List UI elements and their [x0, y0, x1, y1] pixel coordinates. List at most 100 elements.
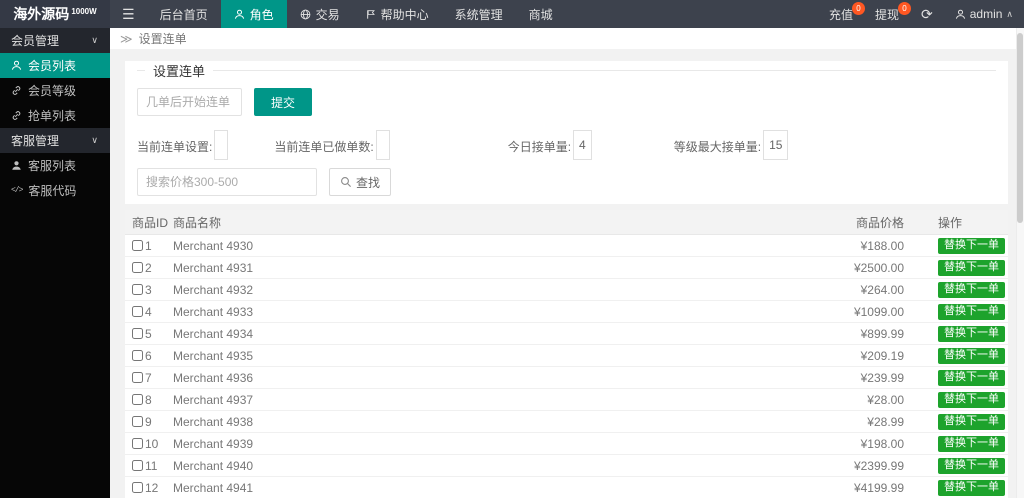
- replace-next-button[interactable]: 替换下一单: [938, 303, 1005, 320]
- row-id-cell: 2: [145, 260, 152, 275]
- sidebar: 会员管理 ∨ 会员列表 会员等级 抢单列表 客服管理 ∨ 客服列表 </> 客服…: [0, 28, 110, 498]
- row-name-cell: Merchant 4940: [173, 458, 254, 473]
- row-price-cell: ¥209.19: [860, 348, 904, 363]
- status-fields-row: 当前连单设置: 当前连单已做单数: 今日接单量: 4 等级最大接单量: 15: [137, 130, 996, 160]
- order-count-input[interactable]: [137, 88, 242, 116]
- row-id-cell: 8: [145, 392, 152, 407]
- logo-badge: 1000W: [71, 6, 97, 16]
- nav-item-trade[interactable]: 交易: [287, 0, 353, 28]
- chevron-up-icon: ∧: [1006, 8, 1013, 19]
- replace-next-button[interactable]: 替换下一单: [938, 347, 1005, 364]
- settings-panel: 设置连单 提交 当前连单设置: 当前连单已做单数: 今日接单量:: [125, 61, 1008, 204]
- field-orders-done: 当前连单已做单数:: [274, 130, 390, 160]
- row-checkbox[interactable]: [132, 350, 143, 361]
- row-id-cell: 9: [145, 414, 152, 429]
- table-row: 9 Merchant 4938 ¥28.99 替换下一单: [125, 411, 1008, 433]
- current-setting-value: [214, 130, 229, 160]
- row-name-cell: Merchant 4932: [173, 282, 254, 297]
- row-id-cell: 7: [145, 370, 152, 385]
- row-id-cell: 10: [145, 436, 159, 451]
- products-table: 商品ID 商品名称 商品价格 操作 1 Merchant 4930 ¥188.00 替…: [125, 210, 1008, 498]
- row-checkbox[interactable]: [132, 416, 143, 427]
- breadcrumb-icon: ≫: [120, 31, 133, 46]
- panel-legend: 设置连单: [153, 64, 206, 79]
- row-name-cell: Merchant 4936: [173, 370, 254, 385]
- table-row: 2 Merchant 4931 ¥2500.00 替换下一单: [125, 257, 1008, 279]
- row-price-cell: ¥1099.00: [853, 304, 904, 319]
- row-checkbox[interactable]: [132, 328, 143, 339]
- nav-item-dashboard[interactable]: 后台首页: [147, 0, 221, 28]
- user-menu[interactable]: admin ∧: [944, 0, 1024, 28]
- replace-next-button[interactable]: 替换下一单: [938, 457, 1005, 474]
- code-icon: </>: [11, 186, 23, 195]
- table-row: 4 Merchant 4933 ¥1099.00 替换下一单: [125, 301, 1008, 323]
- scrollbar-thumb[interactable]: [1017, 33, 1023, 223]
- nav-item-roles[interactable]: 角色: [220, 0, 287, 28]
- replace-next-button[interactable]: 替换下一单: [938, 479, 1005, 496]
- menu-toggle-icon[interactable]: ☰: [110, 0, 147, 28]
- chevron-down-icon: ∨: [91, 35, 98, 45]
- recharge-link[interactable]: 充值 0: [818, 0, 865, 28]
- today-orders-value: 4: [573, 130, 592, 160]
- row-checkbox[interactable]: [132, 438, 143, 449]
- price-search-input[interactable]: [137, 168, 317, 196]
- row-price-cell: ¥239.99: [860, 370, 904, 385]
- table-row: 5 Merchant 4934 ¥899.99 替换下一单: [125, 323, 1008, 345]
- row-checkbox[interactable]: [132, 394, 143, 405]
- table-row: 7 Merchant 4936 ¥239.99 替换下一单: [125, 367, 1008, 389]
- row-name-cell: Merchant 4939: [173, 436, 254, 451]
- nav-item-mall[interactable]: 商城: [516, 0, 566, 28]
- row-id-cell: 4: [145, 304, 152, 319]
- row-price-cell: ¥4199.99: [853, 480, 904, 495]
- row-id-cell: 11: [145, 458, 158, 473]
- sidebar-group-members[interactable]: 会员管理 ∨: [0, 28, 110, 53]
- logo-text: 海外源码: [13, 6, 70, 22]
- nav-item-help-center[interactable]: 帮助中心: [353, 0, 442, 28]
- level-max-value: 15: [763, 130, 789, 160]
- nav-item-system[interactable]: 系统管理: [442, 0, 516, 28]
- sidebar-item-member-list[interactable]: 会员列表: [0, 53, 110, 78]
- replace-next-button[interactable]: 替换下一单: [938, 369, 1005, 386]
- row-checkbox[interactable]: [132, 262, 143, 273]
- replace-next-button[interactable]: 替换下一单: [938, 237, 1005, 254]
- replace-next-button[interactable]: 替换下一单: [938, 413, 1005, 430]
- sidebar-group-service[interactable]: 客服管理 ∨: [0, 128, 110, 153]
- sidebar-item-member-level[interactable]: 会员等级: [0, 78, 110, 103]
- row-checkbox[interactable]: [132, 460, 143, 471]
- row-checkbox[interactable]: [132, 240, 143, 251]
- submit-button[interactable]: 提交: [254, 88, 313, 116]
- row-name-cell: Merchant 4930: [173, 238, 254, 253]
- breadcrumb: ≫ 设置连单: [110, 28, 1024, 49]
- row-price-cell: ¥2500.00: [853, 260, 904, 275]
- topbar: 海外源码 1000W ☰ 后台首页 角色 交易 帮助中心 系统管理 商城 充值 …: [0, 0, 1024, 28]
- replace-next-button[interactable]: 替换下一单: [938, 391, 1005, 408]
- person-icon: [11, 60, 22, 71]
- row-checkbox[interactable]: [132, 306, 143, 317]
- sidebar-item-service-list[interactable]: 客服列表: [0, 153, 110, 178]
- topbar-right: 充值 0 提现 0 ⟳ admin ∧: [818, 0, 1024, 28]
- flag-icon: [366, 9, 376, 20]
- find-button[interactable]: 查找: [329, 168, 392, 196]
- row-checkbox[interactable]: [132, 482, 143, 493]
- link-icon: [11, 85, 22, 96]
- replace-next-button[interactable]: 替换下一单: [938, 325, 1005, 342]
- withdraw-link[interactable]: 提现 0: [864, 0, 911, 28]
- row-id-cell: 3: [145, 282, 152, 297]
- replace-next-button[interactable]: 替换下一单: [938, 281, 1005, 298]
- field-today-orders: 今日接单量: 4: [508, 130, 592, 160]
- header-product-id: 商品ID: [132, 215, 169, 230]
- users-icon: [11, 160, 22, 171]
- refresh-icon[interactable]: ⟳: [910, 0, 944, 28]
- row-name-cell: Merchant 4934: [173, 326, 254, 341]
- header-product-price: 商品价格: [855, 215, 904, 230]
- sidebar-item-grab-order-list[interactable]: 抢单列表: [0, 103, 110, 128]
- replace-next-button[interactable]: 替换下一单: [938, 259, 1005, 276]
- replace-next-button[interactable]: 替换下一单: [938, 435, 1005, 452]
- row-checkbox[interactable]: [132, 372, 143, 383]
- row-price-cell: ¥188.00: [860, 238, 904, 253]
- row-checkbox[interactable]: [132, 284, 143, 295]
- row-id-cell: 5: [145, 326, 152, 341]
- sidebar-item-service-code[interactable]: </> 客服代码: [0, 178, 110, 203]
- table-row: 11 Merchant 4940 ¥2399.99 替换下一单: [125, 455, 1008, 477]
- row-price-cell: ¥198.00: [860, 436, 904, 451]
